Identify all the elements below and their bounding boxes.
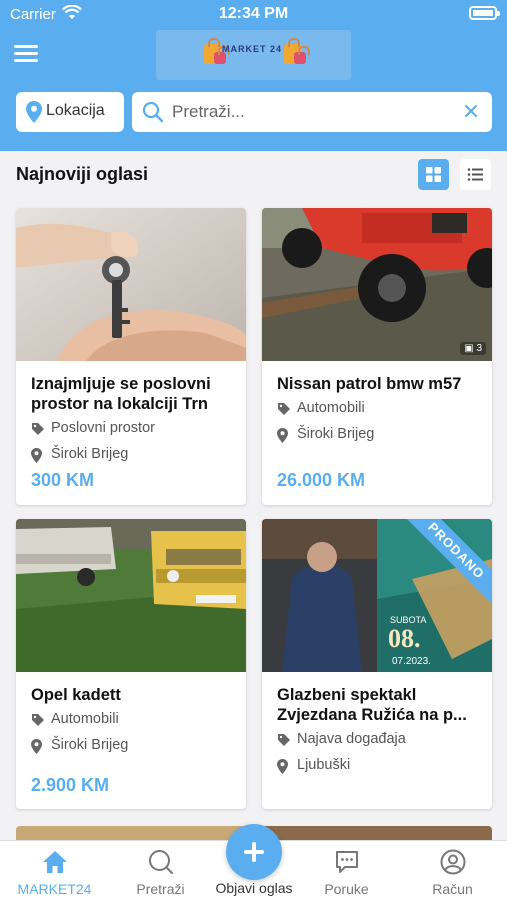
tag-icon [32,423,44,435]
listing-photo [16,208,246,361]
status-bar: Carrier 12:34 PM [0,0,507,28]
listing-price: 26.000 KM [277,470,366,490]
location-button-label: Lokacija [46,102,105,119]
listing-card[interactable]: ▣ 3 Nissan patrol bmw m57 Automobili Šir… [262,208,492,505]
list-icon [467,168,483,181]
grid-icon [426,167,441,182]
listing-title: Glazbeni spektakl Zvjezdana Ružića na p.… [277,686,467,724]
location-button[interactable]: Lokacija [16,92,124,132]
app-header: Carrier 12:34 PM MARKET 24 Lokacija [0,0,507,151]
app-logo: MARKET 24 [156,30,351,80]
post-ad-label: Objavi oglas [215,880,293,896]
poster-day: 08. [388,624,421,653]
listing-photo: SUBOTA 08. 07.2023. PRODANO [262,519,492,672]
hamburger-menu-button[interactable] [14,45,38,63]
listing-price: 300 KM [31,470,95,490]
tab-home[interactable]: MARKET24 [4,841,105,900]
listing-title: Nissan patrol bmw m57 [277,375,462,393]
tab-search[interactable]: Pretraži [110,841,211,900]
location-pin-icon [277,759,288,774]
home-icon [43,851,67,873]
listing-card[interactable]: Opel kadett Automobili Široki Brijeg 2.9… [16,519,246,809]
location-pin-icon [31,448,42,463]
section-title: Najnoviji oglasi [16,164,149,184]
photo-count-badge: ▣ 3 [460,342,486,355]
poster-date: 07.2023. [392,656,431,667]
chat-icon [336,851,358,873]
user-icon [440,849,466,875]
search-bar [132,92,492,132]
location-pin-icon [31,739,42,754]
listing-title: Iznajmljuje se poslovni prostor na lokal… [31,375,211,413]
shopping-bag-icon [294,46,310,64]
search-input[interactable] [172,98,452,126]
tag-icon [278,734,290,746]
logo-text: MARKET 24 [222,44,283,54]
listing-card[interactable]: SUBOTA 08. 07.2023. PRODANO Glazbeni spe… [262,519,492,809]
tag-icon [278,403,290,415]
listing-title: Opel kadett [31,686,121,704]
tab-messages[interactable]: Poruke [296,841,397,900]
listing-card[interactable]: Iznajmljuje se poslovni prostor na lokal… [16,208,246,505]
grid-view-button[interactable] [418,159,449,190]
post-ad-button[interactable] [226,824,282,880]
list-view-button[interactable] [460,159,491,190]
tab-account[interactable]: Račun [402,841,503,900]
search-icon [142,101,164,123]
tag-icon [32,714,44,726]
location-pin-icon [277,428,288,443]
search-icon [149,850,173,874]
battery-icon [469,6,500,20]
listing-price: 2.900 KM [31,775,110,795]
listing-photo [16,519,246,672]
location-pin-icon [26,101,42,123]
clock: 12:34 PM [218,5,289,22]
listing-photo: ▣ 3 [262,208,492,361]
clear-icon[interactable] [462,102,480,120]
